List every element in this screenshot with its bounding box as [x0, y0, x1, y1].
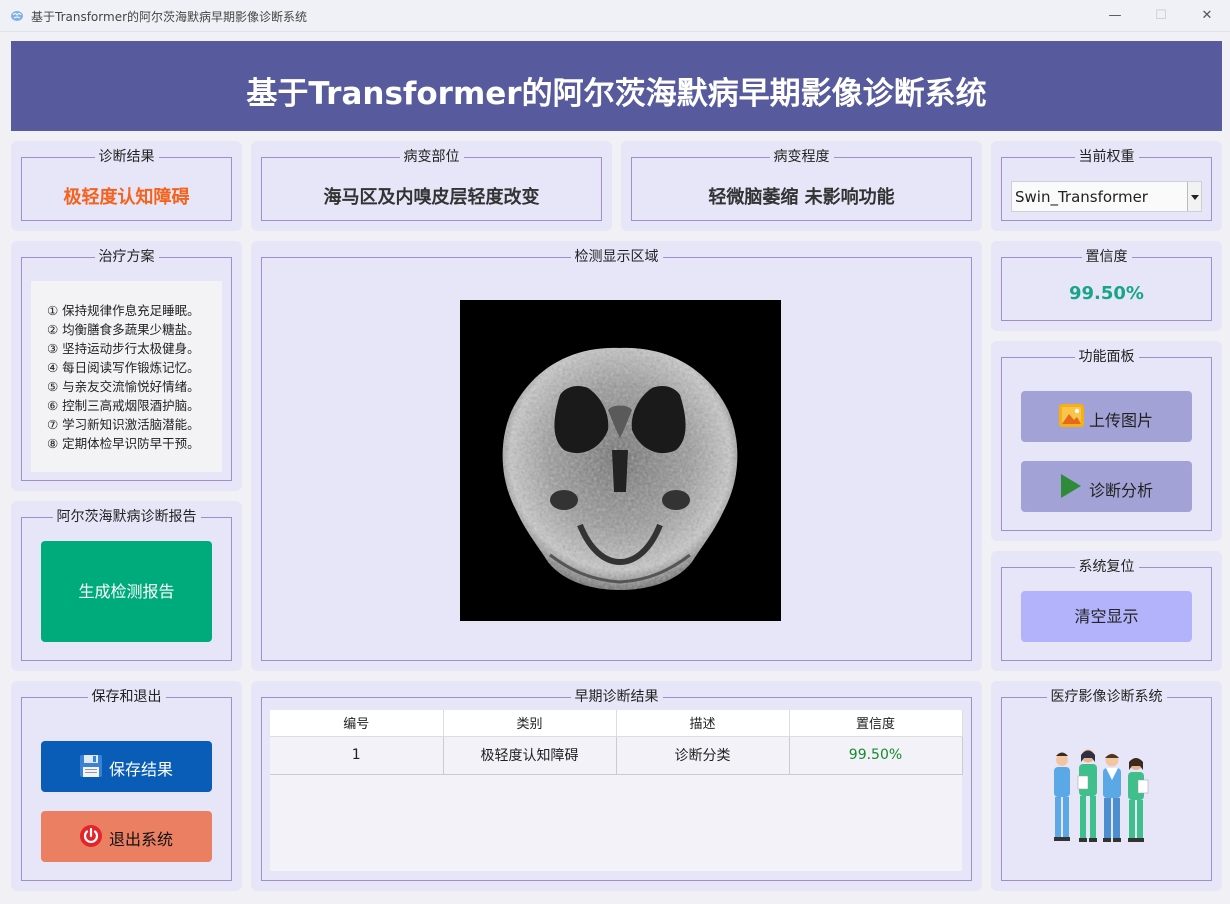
report-group: 阿尔茨海默病诊断报告 生成检测报告 — [21, 509, 232, 661]
cell-id[interactable]: 1 — [270, 736, 444, 775]
lesion-degree-card: 病变程度 轻微脑萎缩 未影响功能 — [621, 141, 982, 231]
function-panel-group: 功能面板 上传图片 诊断分析 — [1001, 349, 1212, 531]
treatment-list: ① 保持规律作息充足睡眠。 ② 均衡膳食多蔬果少糖盐。 ③ 坚持运动步行太极健身… — [47, 301, 200, 453]
lesion-site-value: 海马区及内嗅皮层轻度改变 — [323, 187, 540, 208]
function-panel-card: 功能面板 上传图片 诊断分析 — [991, 341, 1222, 541]
upload-image-label: 上传图片 — [1089, 411, 1154, 430]
play-icon — [1061, 474, 1081, 498]
brand-group: 医疗影像诊断系统 — [1001, 689, 1212, 881]
power-icon — [80, 825, 102, 847]
diagnose-analyze-label: 诊断分析 — [1089, 481, 1154, 500]
treatment-item: ① 保持规律作息充足睡眠。 — [47, 303, 200, 318]
weights-group: 当前权重 Swin_Transformer — [1001, 149, 1212, 221]
brand-label: 医疗影像诊断系统 — [1046, 689, 1167, 705]
diagnosis-label: 诊断结果 — [94, 149, 159, 165]
cell-description[interactable]: 诊断分类 — [616, 736, 790, 775]
weights-select-value: Swin_Transformer — [1015, 188, 1148, 206]
confidence-label: 置信度 — [1081, 249, 1132, 265]
diagnosis-card: 诊断结果 极轻度认知障碍 — [11, 141, 242, 231]
treatment-item: ② 均衡膳食多蔬果少糖盐。 — [47, 322, 200, 337]
display-label: 检测显示区域 — [570, 249, 663, 265]
lesion-site-group: 病变部位 海马区及内嗅皮层轻度改变 — [261, 149, 602, 221]
save-results-label: 保存结果 — [109, 760, 174, 779]
cell-category[interactable]: 极轻度认知障碍 — [443, 736, 617, 775]
treatment-item: ④ 每日阅读写作锻炼记忆。 — [47, 360, 200, 375]
report-card: 阿尔茨海默病诊断报告 生成检测报告 — [11, 501, 242, 671]
confidence-value: 99.50% — [1069, 283, 1144, 304]
lesion-degree-value: 轻微脑萎缩 未影响功能 — [708, 187, 895, 208]
report-label: 阿尔茨海默病诊断报告 — [52, 509, 201, 525]
treatment-label: 治疗方案 — [94, 249, 159, 265]
close-button[interactable]: ✕ — [1184, 0, 1230, 32]
treatment-item: ⑥ 控制三高戒烟限酒护脑。 — [47, 398, 200, 413]
save-results-button[interactable]: 保存结果 — [41, 741, 212, 792]
lesion-degree-label: 病变程度 — [769, 149, 834, 165]
treatment-plan-box: ① 保持规律作息充足睡眠。 ② 均衡膳食多蔬果少糖盐。 ③ 坚持运动步行太极健身… — [31, 281, 222, 472]
cell-confidence[interactable]: 99.50% — [789, 736, 963, 775]
clear-display-button[interactable]: 清空显示 — [1021, 591, 1192, 642]
column-header-id[interactable]: 编号 — [270, 710, 444, 737]
reset-group: 系统复位 清空显示 — [1001, 559, 1212, 661]
lesion-degree-group: 病变程度 轻微脑萎缩 未影响功能 — [631, 149, 972, 221]
treatment-group: 治疗方案 ① 保持规律作息充足睡眠。 ② 均衡膳食多蔬果少糖盐。 ③ 坚持运动步… — [21, 249, 232, 481]
image-icon — [1059, 404, 1084, 427]
lesion-site-label: 病变部位 — [399, 149, 464, 165]
table-row[interactable]: 1 极轻度认知障碍 诊断分类 99.50% — [270, 736, 963, 775]
reset-label: 系统复位 — [1074, 559, 1139, 575]
function-panel-label: 功能面板 — [1074, 349, 1139, 365]
treatment-item: ⑦ 学习新知识激活脑潜能。 — [47, 417, 200, 432]
weights-select[interactable]: Swin_Transformer — [1011, 181, 1202, 212]
weights-label: 当前权重 — [1074, 149, 1139, 165]
save-exit-label: 保存和退出 — [87, 689, 166, 705]
brain-app-icon — [11, 11, 23, 21]
exit-system-button[interactable]: 退出系统 — [41, 811, 212, 862]
page-title: 基于Transformer的阿尔茨海默病早期影像诊断系统 — [246, 76, 987, 112]
weights-card: 当前权重 Swin_Transformer — [991, 141, 1222, 231]
confidence-group: 置信度 99.50% — [1001, 249, 1212, 321]
reset-card: 系统复位 清空显示 — [991, 551, 1222, 671]
treatment-item: ⑧ 定期体检早识防早干预。 — [47, 436, 200, 451]
save-exit-group: 保存和退出 保存结果 退出系统 — [21, 689, 232, 881]
results-table: 编号 类别 描述 置信度 1 极轻度认知障碍 诊断分类 99.50% — [270, 710, 963, 775]
treatment-item: ⑤ 与亲友交流愉悦好情绪。 — [47, 379, 200, 394]
column-header-description[interactable]: 描述 — [616, 710, 790, 737]
exit-system-label: 退出系统 — [109, 830, 174, 849]
chevron-down-icon[interactable] — [1187, 182, 1201, 211]
table-header-row: 编号 类别 描述 置信度 — [270, 710, 963, 737]
upload-image-button[interactable]: 上传图片 — [1021, 391, 1192, 442]
early-results-label: 早期诊断结果 — [570, 689, 663, 705]
header-banner: 基于Transformer的阿尔茨海默病早期影像诊断系统 — [11, 41, 1222, 131]
diagnosis-group: 诊断结果 极轻度认知障碍 — [21, 149, 232, 221]
lesion-site-card: 病变部位 海马区及内嗅皮层轻度改变 — [251, 141, 612, 231]
treatment-item: ③ 坚持运动步行太极健身。 — [47, 341, 200, 356]
table-empty-area — [270, 775, 962, 871]
treatment-card: 治疗方案 ① 保持规律作息充足睡眠。 ② 均衡膳食多蔬果少糖盐。 ③ 坚持运动步… — [11, 241, 242, 491]
brand-card: 医疗影像诊断系统 — [991, 681, 1222, 891]
confidence-card: 置信度 99.50% — [991, 241, 1222, 331]
window-titlebar: 基于Transformer的阿尔茨海默病早期影像诊断系统 — ☐ ✕ — [0, 0, 1230, 32]
floppy-disk-icon — [80, 755, 102, 777]
diagnose-analyze-button[interactable]: 诊断分析 — [1021, 461, 1192, 512]
column-header-category[interactable]: 类别 — [443, 710, 617, 737]
minimize-button[interactable]: — — [1092, 0, 1138, 32]
save-exit-card: 保存和退出 保存结果 退出系统 — [11, 681, 242, 891]
maximize-button[interactable]: ☐ — [1138, 0, 1184, 32]
mri-brain-image — [460, 300, 781, 621]
generate-report-button[interactable]: 生成检测报告 — [41, 541, 212, 642]
medical-team-illustration — [1054, 749, 1149, 842]
window-title: 基于Transformer的阿尔茨海默病早期影像诊断系统 — [31, 10, 308, 24]
diagnosis-value: 极轻度认知障碍 — [63, 187, 190, 208]
column-header-confidence[interactable]: 置信度 — [789, 710, 963, 737]
